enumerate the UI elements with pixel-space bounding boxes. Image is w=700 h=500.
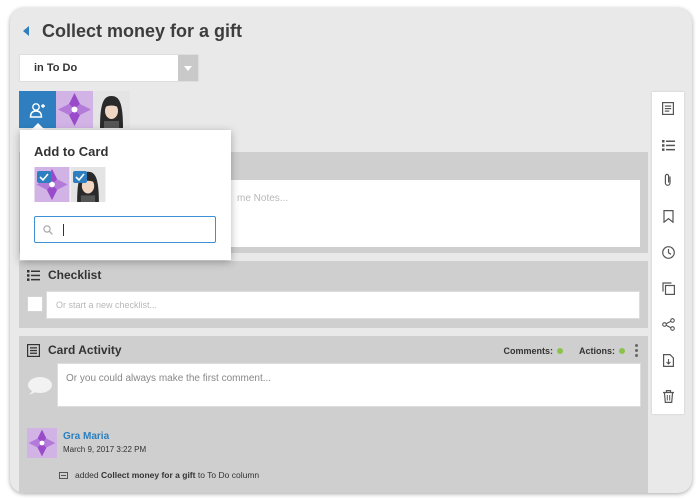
avatar[interactable]: [93, 91, 130, 128]
list-dropdown[interactable]: in To Do: [19, 54, 199, 82]
card-icon: [59, 471, 68, 479]
add-user-icon: [29, 102, 45, 118]
actions-status-dot: [619, 347, 625, 354]
comments-filter-label[interactable]: Comments:: [503, 346, 553, 356]
member-option[interactable]: [34, 167, 70, 202]
attachment-icon[interactable]: [660, 172, 676, 188]
checklist-section: Checklist Or start a new checklist...: [19, 261, 648, 328]
notes-icon[interactable]: [660, 100, 676, 116]
selected-check-icon: [73, 170, 87, 188]
checklist-title: Checklist: [48, 268, 102, 282]
text-cursor: [63, 223, 64, 236]
popover-title: Add to Card: [34, 144, 109, 159]
more-options-icon[interactable]: [635, 344, 638, 357]
comment-bubble-icon: [25, 376, 53, 401]
popover-members: [34, 167, 106, 202]
activity-action-card: Collect money for a gift: [101, 470, 196, 480]
member-search-input[interactable]: [70, 222, 214, 237]
member-search-field[interactable]: [34, 216, 216, 243]
activity-filters: Comments: Actions:: [503, 344, 638, 357]
selected-check-icon: [37, 170, 51, 188]
comments-status-dot: [557, 347, 563, 354]
checklist-icon[interactable]: [660, 137, 676, 153]
clock-icon[interactable]: [660, 244, 676, 260]
activity-header: Card Activity: [27, 343, 122, 357]
add-to-card-popover: Add to Card: [20, 130, 231, 260]
copy-icon[interactable]: [660, 280, 676, 296]
right-toolbar: [652, 92, 684, 414]
list-dropdown-label: in To Do: [34, 62, 78, 74]
activity-user-link[interactable]: Gra Maria: [63, 431, 109, 442]
checklist-header: Checklist: [27, 268, 101, 282]
card-title: Collect money for a gift: [42, 20, 243, 41]
checklist-icon: [27, 269, 40, 281]
search-icon: [43, 224, 53, 235]
activity-section: Card Activity Comments: Actions: Or you …: [19, 336, 648, 493]
card-header: Collect money for a gift: [20, 16, 242, 46]
avatar: [27, 428, 57, 458]
comment-input[interactable]: Or you could always make the first comme…: [57, 363, 641, 407]
member-option[interactable]: [70, 167, 106, 202]
activity-title: Card Activity: [48, 343, 122, 357]
checklist-checkbox[interactable]: [27, 296, 43, 312]
share-icon[interactable]: [660, 316, 676, 332]
checklist-input[interactable]: Or start a new checklist...: [46, 291, 640, 319]
chevron-down-icon[interactable]: [178, 55, 198, 81]
export-icon[interactable]: [660, 352, 676, 368]
activity-action-suffix: to To Do column: [197, 470, 260, 480]
activity-entry: added Collect money for a gift to To Do …: [59, 470, 259, 480]
bookmark-icon[interactable]: [660, 208, 676, 224]
activity-date: March 9, 2017 3:22 PM: [63, 445, 147, 454]
avatar[interactable]: [56, 91, 93, 128]
activity-action-prefix: added: [75, 470, 99, 480]
actions-filter-label[interactable]: Actions:: [579, 346, 615, 356]
popover-arrow: [31, 123, 45, 130]
notes-placeholder: me Notes...: [237, 193, 289, 204]
back-arrow-icon[interactable]: [20, 24, 32, 38]
activity-icon: [27, 343, 40, 357]
trash-icon[interactable]: [660, 388, 676, 404]
